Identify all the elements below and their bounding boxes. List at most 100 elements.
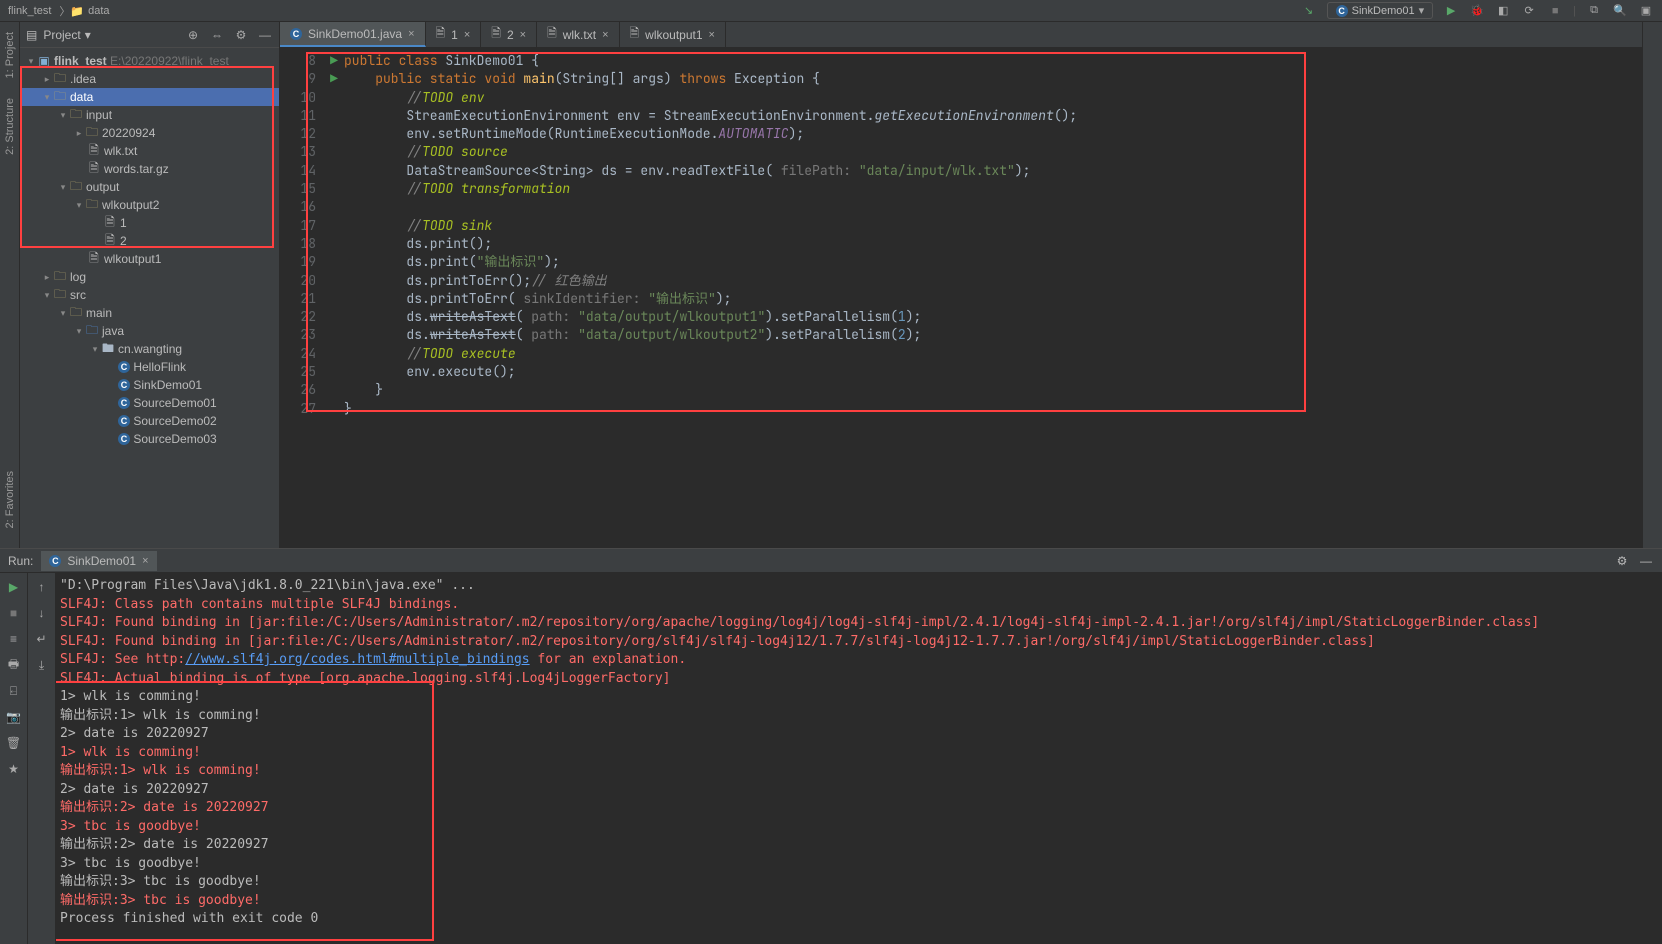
code-line[interactable]: 21 ds.printToErr( sinkIdentifier: "输出标识"… [280,290,1642,308]
tree-package[interactable]: ▾🖿cn.wangting [20,340,279,358]
tree-label: SourceDemo02 [133,414,216,428]
code-line[interactable]: 22 ds.writeAsText( path: "data/output/wl… [280,308,1642,326]
tab-sinkdemo01[interactable]: CSinkDemo01.java× [280,22,426,47]
code-line[interactable]: 8▶public class SinkDemo01 { [280,52,1642,70]
coverage-icon[interactable]: ◧ [1495,3,1511,19]
tree-label: input [86,108,112,122]
run-gutter-icon[interactable]: ▶ [324,52,344,70]
tree-main[interactable]: ▾🗀main [20,304,279,322]
code-text: public static void main(String[] args) t… [344,70,1642,88]
console-link[interactable]: //www.slf4j.org/codes.html#multiple_bind… [185,652,529,667]
close-icon[interactable]: × [520,29,526,41]
code-line[interactable]: 11 StreamExecutionEnvironment env = Stre… [280,107,1642,125]
tab-2[interactable]: 🗎2× [481,22,537,47]
code-line[interactable]: 17 //TODO sink [280,217,1642,235]
code-line[interactable]: 9▶ public static void main(String[] args… [280,70,1642,88]
close-icon[interactable]: × [709,29,715,41]
structure-tool-button[interactable]: 2: Structure [4,98,16,155]
code-line[interactable]: 23 ds.writeAsText( path: "data/output/wl… [280,326,1642,344]
tree-file1[interactable]: 🗎1 [20,214,279,232]
collapse-icon[interactable]: ⇔ [209,27,225,43]
tree-log[interactable]: ▸🗀log [20,268,279,286]
run-gutter-icon [324,217,344,235]
profiler-icon[interactable]: ⟳ [1521,3,1537,19]
tree-idea[interactable]: ▸🗀.idea [20,70,279,88]
wrap-icon[interactable]: ↵ [34,631,50,647]
tree-sourcedemo01[interactable]: C SourceDemo01 [20,394,279,412]
print-icon[interactable]: 🖶 [6,657,22,673]
project-root-name: flink_test [54,54,107,68]
debug-icon[interactable]: 🐞 [1469,3,1485,19]
git-icon[interactable]: ⧉ [1586,3,1602,19]
code-line[interactable]: 12 env.setRuntimeMode(RuntimeExecutionMo… [280,125,1642,143]
tree-java[interactable]: ▾🗀java [20,322,279,340]
tab-wlktxt[interactable]: 🗎wlk.txt× [537,22,619,47]
code-line[interactable]: 16 [280,198,1642,216]
settings-icon[interactable]: ▣ [1638,3,1654,19]
code-line[interactable]: 14 DataStreamSource<String> ds = env.rea… [280,162,1642,180]
tree-helloflink[interactable]: C HelloFlink [20,358,279,376]
code-line[interactable]: 19 ds.print("输出标识"); [280,253,1642,271]
run-gutter-icon[interactable]: ▶ [324,70,344,88]
code-line[interactable]: 18 ds.print(); [280,235,1642,253]
hide-icon[interactable]: — [257,27,273,43]
tree-sourcedemo03[interactable]: C SourceDemo03 [20,430,279,448]
project-tool-button[interactable]: 1: Project [4,32,16,78]
code-line[interactable]: 10 //TODO env [280,89,1642,107]
breadcrumb-current[interactable]: data [88,5,109,17]
tree-file2[interactable]: 🗎2 [20,232,279,250]
tree-wlkoutput1[interactable]: 🗎wlkoutput1 [20,250,279,268]
rerun-icon[interactable]: ▶ [6,579,22,595]
stop-icon[interactable]: ■ [1547,3,1563,19]
tree-wlkoutput2[interactable]: ▾🗀wlkoutput2 [20,196,279,214]
project-view-selector[interactable]: Project ▾ [43,28,90,42]
tab-wlkoutput1[interactable]: 🗎wlkoutput1× [620,22,726,47]
tab-1[interactable]: 🗎1× [426,22,482,47]
run-configuration-selector[interactable]: C SinkDemo01 ▾ [1327,2,1434,19]
code-line[interactable]: 15 //TODO transformation [280,180,1642,198]
close-icon[interactable]: × [602,29,608,41]
code-line[interactable]: 26 } [280,381,1642,399]
tree-sinkdemo01[interactable]: C SinkDemo01 [20,376,279,394]
tree-20220924[interactable]: ▸🗀20220924 [20,124,279,142]
code-line[interactable]: 20 ds.printToErr();// 红色输出 [280,272,1642,290]
run-tab[interactable]: C SinkDemo01 × [41,551,156,571]
console-output[interactable]: "D:\Program Files\Java\jdk1.8.0_221\bin\… [56,573,1662,944]
tree-input[interactable]: ▾🗀input [20,106,279,124]
settings-gear-icon[interactable]: ⚙ [233,27,249,43]
close-icon[interactable]: × [464,29,470,41]
locate-icon[interactable]: ⊕ [185,27,201,43]
layout-icon[interactable]: ≡ [6,631,22,647]
build-icon[interactable]: ↘ [1301,3,1317,19]
pin-icon[interactable]: ⍇ [6,683,22,699]
down-icon[interactable]: ↓ [34,605,50,621]
code-line[interactable]: 24 //TODO execute [280,345,1642,363]
close-icon[interactable]: × [408,28,414,40]
breadcrumb-root[interactable]: flink_test [8,5,51,17]
run-icon[interactable]: ▶ [1443,3,1459,19]
favorites-tool-button[interactable]: 2: Favorites [4,471,16,528]
up-icon[interactable]: ↑ [34,579,50,595]
search-icon[interactable]: 🔍 [1612,3,1628,19]
help-icon[interactable]: ★ [6,761,22,777]
close-icon[interactable]: × [142,555,148,567]
tree-sourcedemo02[interactable]: C SourceDemo02 [20,412,279,430]
project-tree[interactable]: ▾▣flink_test E:\20220922\flink_test ▸🗀.i… [20,48,279,548]
tree-wlktxt[interactable]: 🗎wlk.txt [20,142,279,160]
project-root-row[interactable]: ▾▣flink_test E:\20220922\flink_test [20,52,279,70]
delete-icon[interactable]: 🗑 [6,735,22,751]
code-editor[interactable]: 8▶public class SinkDemo01 {9▶ public sta… [280,48,1642,548]
settings-gear-icon[interactable]: ⚙ [1614,553,1630,569]
tree-src[interactable]: ▾🗀src [20,286,279,304]
tree-wordstar[interactable]: 🗎words.tar.gz [20,160,279,178]
code-line[interactable]: 13 //TODO source [280,143,1642,161]
tree-label: SinkDemo01 [133,378,202,392]
dump-icon[interactable]: 📷 [6,709,22,725]
stop-icon[interactable]: ■ [6,605,22,621]
hide-icon[interactable]: — [1638,553,1654,569]
code-line[interactable]: 25 env.execute(); [280,363,1642,381]
tree-data[interactable]: ▾🗀data [20,88,279,106]
scroll-icon[interactable]: ⤓ [34,657,50,673]
tree-output[interactable]: ▾🗀output [20,178,279,196]
code-line[interactable]: 27} [280,400,1642,418]
